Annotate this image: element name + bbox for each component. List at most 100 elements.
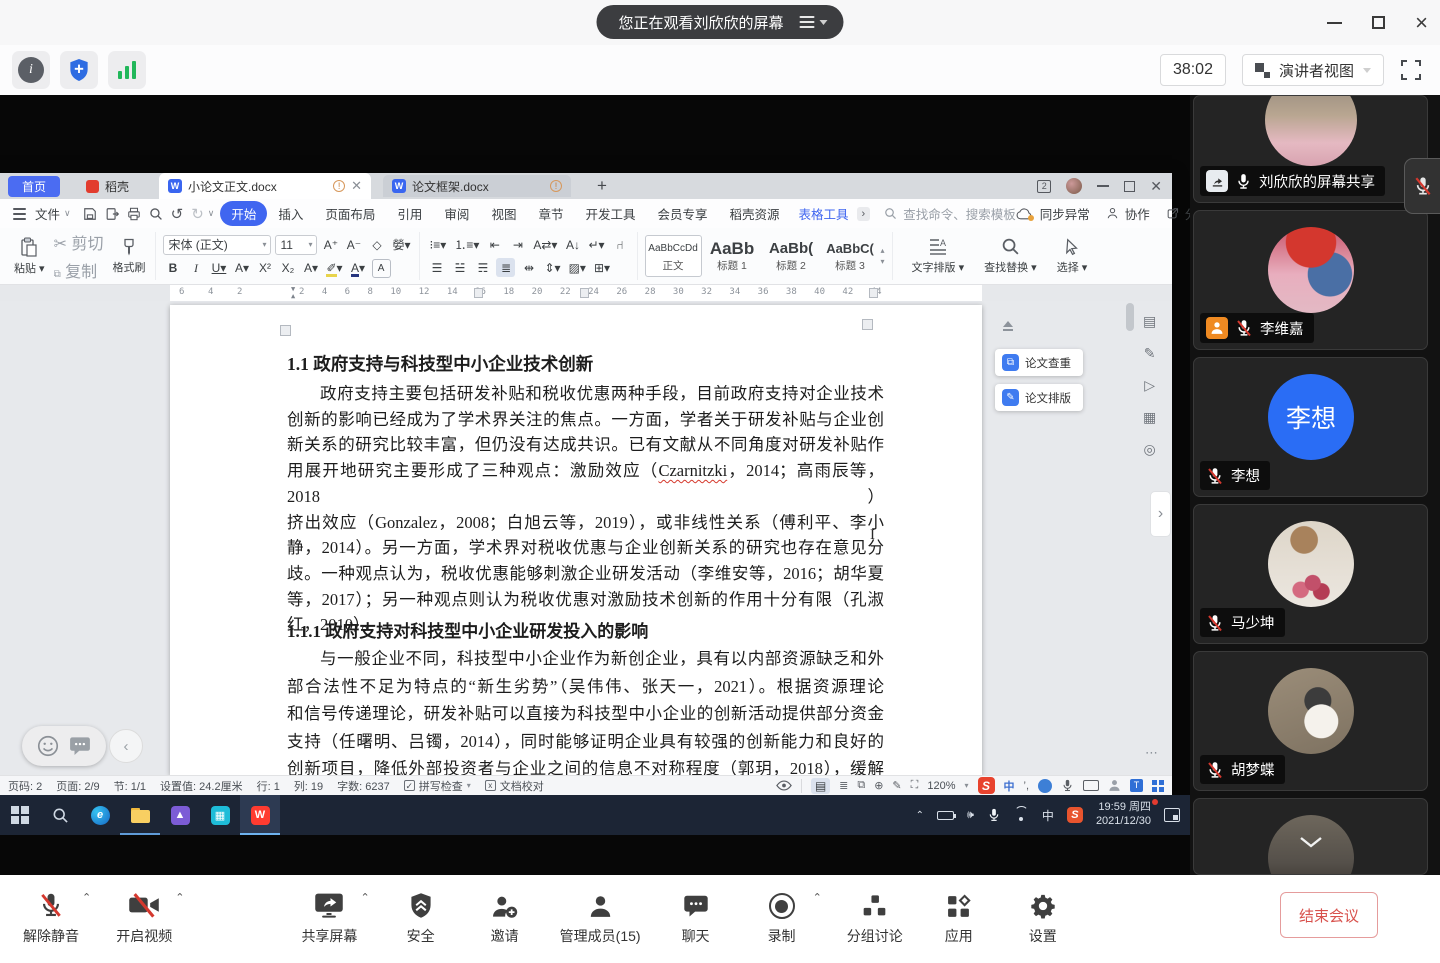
menu-member[interactable]: 会员专享 <box>646 201 718 226</box>
chat-button[interactable]: 聊天 <box>667 889 725 946</box>
comment-icon[interactable]: ◎ <box>1144 441 1156 458</box>
menu-view[interactable]: 视图 <box>480 201 527 226</box>
indent-marker[interactable]: ▼▲ <box>291 286 295 300</box>
manage-members-button[interactable]: 管理成员(15) <box>560 889 641 946</box>
emoji-reaction-button[interactable] <box>37 735 59 757</box>
taskbar-clock[interactable]: 19:59 周四 2021/12/30 <box>1096 801 1151 829</box>
ime-person-icon[interactable] <box>1108 779 1121 792</box>
self-mic-status-handle[interactable] <box>1404 158 1440 214</box>
meeting-info-button[interactable]: i <box>12 51 50 89</box>
menu-dev-tools[interactable]: 开发工具 <box>574 201 646 226</box>
sort-button[interactable]: A↓ <box>563 235 582 254</box>
annotate-icon[interactable]: ✎ <box>1144 345 1156 362</box>
increase-indent-button[interactable]: ⇥ <box>508 235 527 254</box>
wps-doc-tab-inactive[interactable]: W 论文框架.docx ! <box>383 175 571 197</box>
menu-section[interactable]: 章节 <box>527 201 574 226</box>
borders-button[interactable]: ⊞▾ <box>592 258 612 277</box>
window-switcher-icon[interactable]: 2 <box>1037 180 1051 193</box>
style-heading1[interactable]: AaBb 标题 1 <box>704 235 761 277</box>
ime-toolbox-icon[interactable] <box>1152 780 1164 792</box>
superscript-button[interactable]: X² <box>255 259 274 278</box>
subscript-button[interactable]: X₂ <box>278 259 297 278</box>
action-center-icon[interactable] <box>1164 808 1180 822</box>
font-color-button[interactable]: A▾ <box>349 259 368 278</box>
record-button[interactable]: 录制 <box>753 889 811 946</box>
clear-format-button[interactable]: ◇ <box>367 235 386 254</box>
new-tab-button[interactable]: + <box>597 176 607 196</box>
participant-tile[interactable]: 李维嘉 <box>1193 210 1428 350</box>
play-icon[interactable]: ▷ <box>1144 377 1155 394</box>
line-spacing-button[interactable]: ⇕▾ <box>542 258 562 277</box>
chat-bubble-button[interactable] <box>69 736 91 757</box>
properties-icon[interactable]: ▤ <box>1143 313 1156 330</box>
paste-button[interactable]: 粘贴 ▾ <box>11 237 48 276</box>
security-button[interactable]: 安全 <box>392 889 450 946</box>
taskbar-meeting-app[interactable]: ▦ <box>200 795 240 835</box>
account-avatar[interactable] <box>1066 178 1082 194</box>
tray-mic-icon[interactable] <box>987 808 1001 822</box>
tray-sogou-icon[interactable]: S <box>1067 807 1083 823</box>
vertical-scrollbar-thumb[interactable] <box>1126 303 1134 331</box>
participant-tile[interactable]: 李想 李想 <box>1193 357 1428 497</box>
start-video-button[interactable]: 开启视频 <box>115 889 173 946</box>
widget-collapse-button[interactable]: ‹ <box>109 729 143 763</box>
participant-tile[interactable]: 马少坤 <box>1193 504 1428 644</box>
zoom-dropdown-icon[interactable]: ▾ <box>964 781 968 790</box>
eye-protect-icon[interactable] <box>776 780 792 791</box>
spellcheck-toggle[interactable]: ✓ 拼写检查▾ <box>404 778 471 794</box>
underline-button[interactable]: U▾ <box>209 259 228 278</box>
decrease-font-button[interactable]: A⁻ <box>344 235 363 254</box>
style-normal[interactable]: AaBbCcDd 正文 <box>645 235 702 277</box>
para-mark-button[interactable]: ⑁ <box>611 235 630 254</box>
end-meeting-button[interactable]: 结束会议 <box>1280 892 1378 938</box>
ime-punct-icon[interactable]: ’, <box>1024 780 1030 792</box>
apps-button[interactable]: 应用 <box>930 889 988 946</box>
table-handle[interactable] <box>280 325 291 336</box>
fit-page-icon[interactable]: ⛶ <box>911 779 919 792</box>
mute-options-chevron[interactable]: ⌃ <box>82 891 91 904</box>
menu-table-tools[interactable]: 表格工具 <box>791 201 857 226</box>
menu-references[interactable]: 引用 <box>386 201 433 226</box>
wrap-mark-button[interactable]: ↵▾ <box>586 235 606 254</box>
text-effects-button[interactable]: A▾ <box>301 259 320 278</box>
tray-expand-chevron[interactable]: ⌃ <box>916 810 924 821</box>
view-read-icon[interactable]: ⧉ <box>857 779 865 792</box>
menu-insert[interactable]: 插入 <box>267 201 314 226</box>
menu-overflow-chevron[interactable]: › <box>857 207 871 221</box>
font-size-select[interactable]: 11▾ <box>275 235 317 255</box>
volume-icon[interactable]: 🕪 <box>967 809 974 822</box>
wps-tab-home[interactable]: 首页 <box>8 176 60 197</box>
print-button[interactable] <box>123 207 145 221</box>
proofing-button[interactable]: x 文档校对 <box>485 778 544 794</box>
table-column-marker[interactable] <box>869 288 878 298</box>
style-heading2[interactable]: AaBb( 标题 2 <box>763 235 820 277</box>
view-mode-selector[interactable]: 演讲者视图 <box>1242 54 1384 86</box>
increase-font-button[interactable]: A⁺ <box>321 235 340 254</box>
participant-tile-sharer[interactable]: 刘欣欣的屏幕共享 <box>1193 95 1428 203</box>
style-gallery-scroll[interactable]: ▴▾ <box>881 246 885 266</box>
fullscreen-button[interactable] <box>1400 59 1422 81</box>
ime-cn-icon[interactable]: 中 <box>1004 778 1015 794</box>
wps-close-button[interactable]: ✕ <box>1150 178 1162 195</box>
ime-keyboard-icon[interactable] <box>1083 780 1099 791</box>
menu-file[interactable]: 文件 <box>31 201 64 226</box>
text-layout-button[interactable]: A 文字排版 ▾ <box>909 237 968 275</box>
share-options-chevron[interactable]: ⌃ <box>360 891 369 904</box>
invite-button[interactable]: 邀请 <box>476 889 534 946</box>
ime-mic-icon[interactable] <box>1061 779 1074 792</box>
menu-page-layout[interactable]: 页面布局 <box>314 201 386 226</box>
numbered-list-button[interactable]: ⒈≡▾ <box>452 235 481 254</box>
scroll-down-chevron-icon[interactable] <box>1298 835 1324 849</box>
find-replace-button[interactable]: 查找替换 ▾ <box>981 237 1040 275</box>
view-outline-icon[interactable]: ≣ <box>839 779 848 792</box>
window-minimize-button[interactable] <box>1327 22 1342 24</box>
redo-button[interactable]: ↻ <box>187 205 208 223</box>
command-search[interactable]: 查找命令、搜索模板 <box>884 204 1016 223</box>
table-column-marker[interactable] <box>474 288 483 298</box>
style-heading3[interactable]: AaBbC( 标题 3 <box>822 235 879 277</box>
paper-check-button[interactable]: ⧉ 论文查重 <box>995 349 1083 376</box>
more-tools-icon[interactable]: ⋯ <box>1145 745 1158 761</box>
panel-expand-handle[interactable]: › <box>1150 491 1171 537</box>
view-write-icon[interactable]: ✎ <box>892 779 901 792</box>
taskbar-photos-app[interactable]: ▲ <box>160 795 200 835</box>
